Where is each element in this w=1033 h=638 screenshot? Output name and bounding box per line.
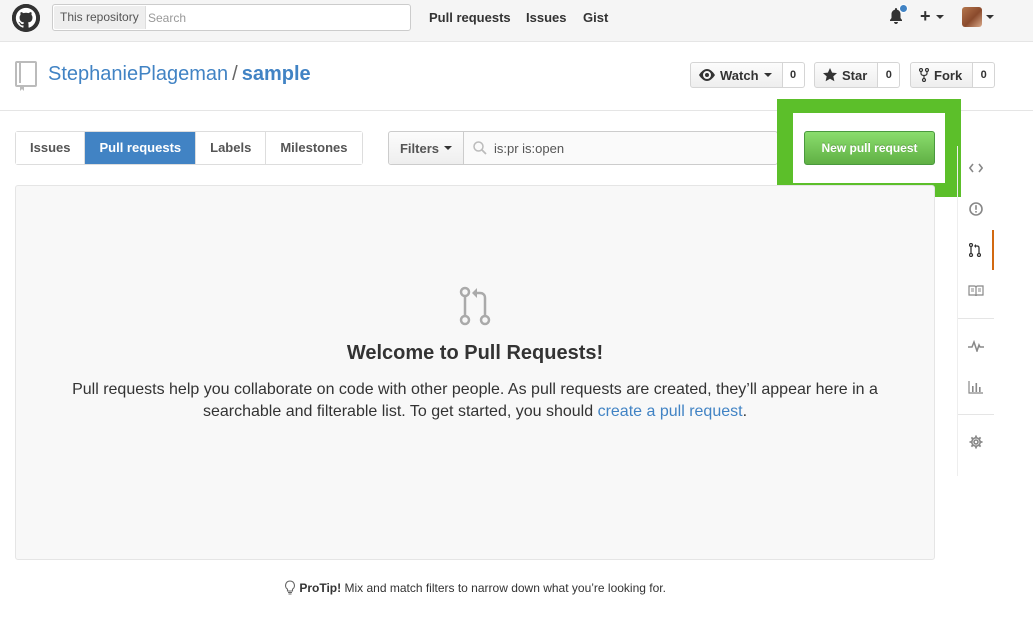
repo-sidebar (957, 146, 994, 476)
repo-owner-link[interactable]: StephaniePlageman (48, 63, 228, 85)
repo-name-link[interactable]: sample (242, 63, 311, 85)
blankslate-title: Welcome to Pull Requests! (346, 342, 604, 364)
chevron-down-icon (763, 73, 772, 77)
github-logo-icon[interactable] (12, 4, 40, 32)
global-header: This repository Pull requests Issues Gis… (0, 0, 1033, 42)
filters-label: Filters (399, 140, 439, 156)
search-scope-label: This repository (54, 6, 146, 29)
protip-text: Mix and match filters to narrow down wha… (341, 581, 666, 595)
watch-count[interactable]: 0 (782, 62, 805, 88)
tab-labels[interactable]: Labels (196, 132, 267, 164)
bell-icon[interactable] (889, 4, 908, 25)
nav-issues[interactable]: Issues (526, 10, 566, 25)
nav-pull-requests[interactable]: Pull requests (429, 10, 511, 25)
watch-button[interactable]: Watch (690, 62, 783, 88)
graph-icon[interactable] (958, 367, 994, 407)
star-button[interactable]: Star (814, 62, 879, 88)
sidebar-divider (958, 414, 994, 415)
chevron-down-icon (444, 146, 452, 150)
star-group: Star 0 (814, 62, 901, 88)
site-search[interactable]: This repository (52, 4, 411, 31)
fork-icon (919, 68, 929, 82)
search-input[interactable] (148, 7, 403, 28)
pull-request-icon (459, 286, 491, 326)
filters-dropdown-button[interactable]: Filters (389, 132, 464, 164)
blankslate: Welcome to Pull Requests! Pull requests … (15, 185, 935, 560)
watch-group: Watch 0 (690, 62, 805, 88)
repo-icon (14, 61, 38, 94)
blankslate-text: Pull requests help you collaborate on co… (56, 379, 894, 423)
nav-gist[interactable]: Gist (583, 10, 608, 25)
protip: ProTip! Mix and match filters to narrow … (0, 580, 950, 595)
search-icon (473, 141, 487, 155)
star-icon (823, 68, 837, 82)
wiki-book-icon[interactable] (958, 271, 994, 311)
tab-milestones[interactable]: Milestones (266, 132, 362, 164)
plus-icon[interactable]: + (920, 6, 944, 27)
lightbulb-icon (285, 580, 295, 595)
tab-issues[interactable]: Issues (16, 132, 86, 164)
issues-subnav: Issues Pull requests Labels Milestones (15, 131, 363, 165)
highlight-inner: New pull request (793, 113, 945, 183)
pull-request-icon[interactable] (958, 230, 994, 270)
repo-title: StephaniePlageman / sample (48, 63, 311, 86)
fork-label: Fork (934, 67, 963, 83)
fork-button[interactable]: Fork (910, 62, 974, 88)
eye-icon (699, 69, 715, 81)
issue-opened-icon[interactable] (958, 189, 994, 229)
code-icon[interactable] (958, 148, 994, 188)
repo-separator: / (232, 63, 238, 85)
blankslate-period: . (742, 403, 748, 420)
fork-group: Fork 0 (910, 62, 996, 88)
new-pull-request-button[interactable]: New pull request (804, 131, 935, 165)
pulse-icon[interactable] (958, 326, 994, 366)
notification-dot (899, 4, 908, 13)
filter-bar: Filters (388, 131, 778, 165)
protip-label: ProTip! (299, 581, 342, 595)
highlight-box: New pull request (777, 99, 961, 197)
avatar[interactable] (962, 7, 982, 27)
tab-pull-requests[interactable]: Pull requests (85, 132, 197, 164)
gear-icon[interactable] (958, 422, 994, 462)
star-count[interactable]: 0 (878, 62, 901, 88)
chevron-down-icon[interactable] (986, 15, 994, 19)
star-label: Star (842, 67, 868, 83)
sidebar-divider (958, 318, 994, 319)
create-pull-request-link[interactable]: create a pull request (598, 403, 743, 420)
fork-count[interactable]: 0 (973, 62, 996, 88)
chevron-down-icon (935, 15, 944, 20)
filter-query-input[interactable] (494, 138, 774, 158)
watch-label: Watch (720, 67, 759, 83)
blankslate-body: Pull requests help you collaborate on co… (72, 381, 878, 420)
